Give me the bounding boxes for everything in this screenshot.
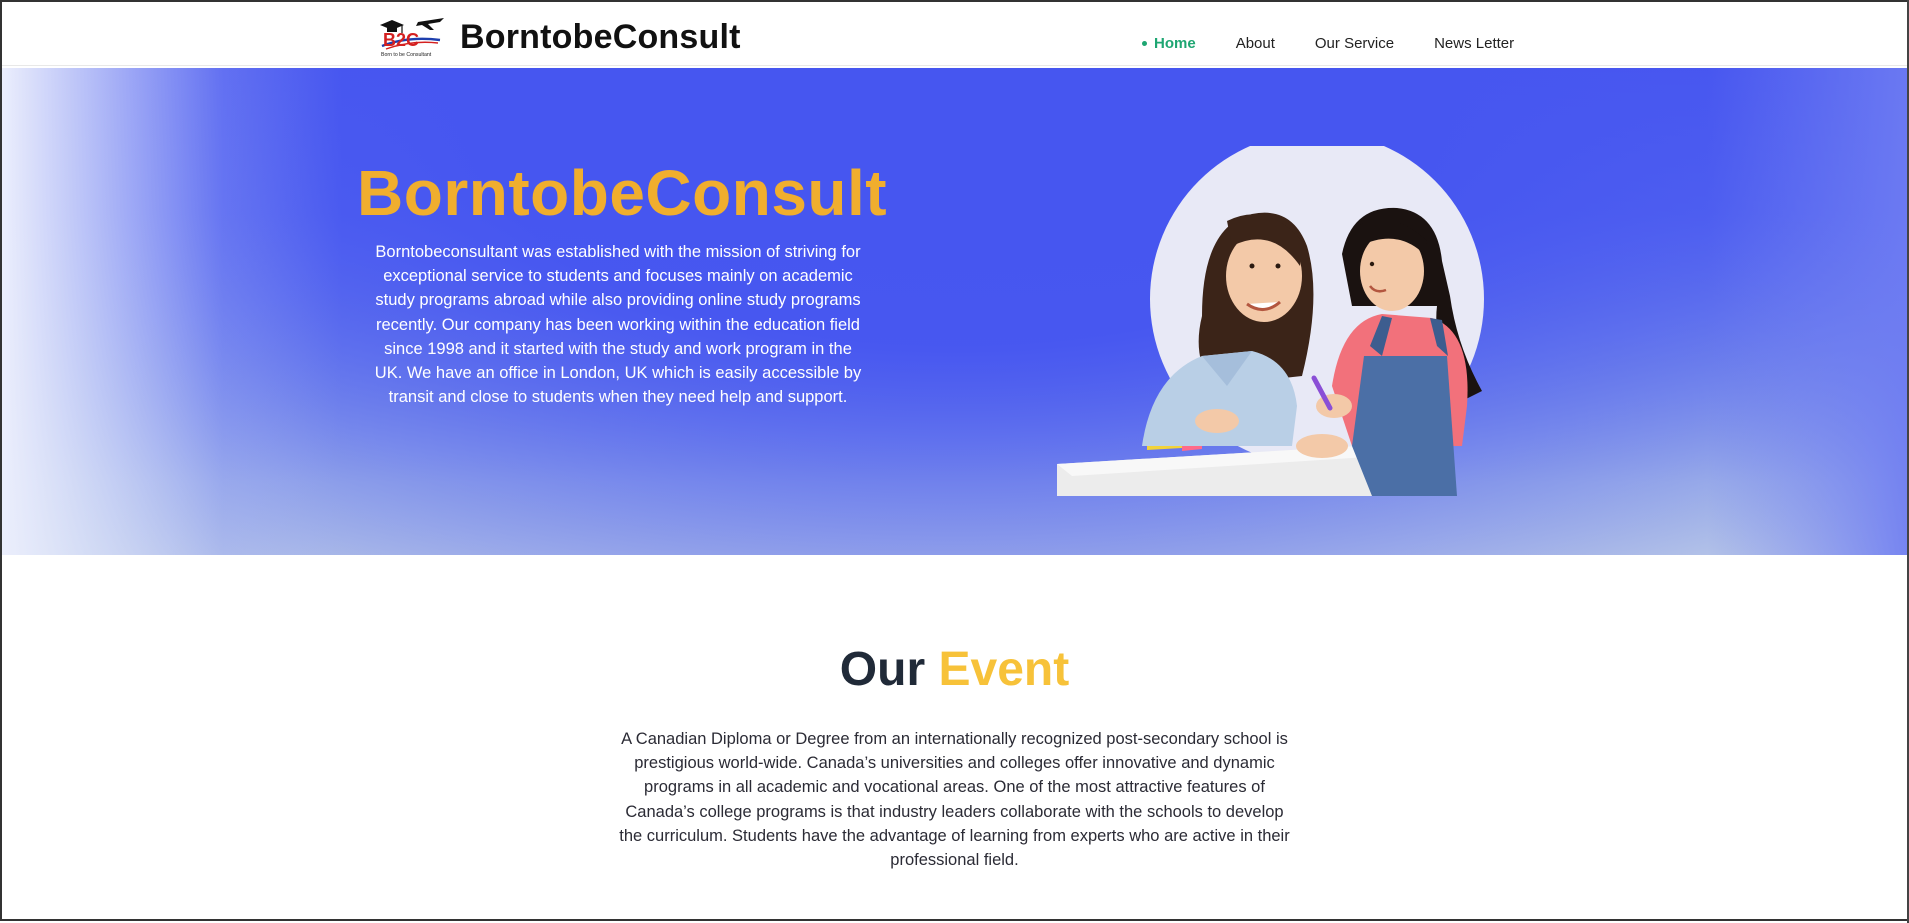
nav-item-about[interactable]: About (1236, 35, 1275, 52)
logo-text: B2C (383, 30, 419, 50)
nav-label: News Letter (1434, 35, 1515, 52)
brand-logo-icon[interactable]: B2C Born to be Consultant (378, 16, 448, 58)
event-title-part1: Our (839, 643, 926, 696)
nav-item-home[interactable]: Home (1142, 35, 1196, 52)
nav-label: About (1235, 35, 1275, 52)
nav-label: Home (1154, 35, 1196, 52)
nav-item-our-service[interactable]: Our Service (1315, 35, 1394, 52)
site-header: B2C Born to be Consultant BorntobeConsul… (2, 2, 1907, 66)
bottom-accent-mark (292, 920, 336, 921)
hero-description: Borntobeconsultant was established with … (374, 243, 862, 407)
brand-name[interactable]: BorntobeConsult (460, 18, 741, 57)
nav-label: Our Service (1314, 35, 1395, 52)
event-title-accent: Event (938, 643, 1070, 696)
main-nav: Home About Our Service News Letter (1142, 35, 1554, 52)
logo-tagline: Born to be Consultant (381, 52, 432, 58)
hero-right-fade (1707, 68, 1907, 555)
hero-title: BorntobeConsult (357, 157, 888, 229)
event-description: A Canadian Diploma or Degree from an int… (619, 730, 1290, 870)
hero-left-fade (2, 68, 342, 555)
page: B2C Born to be Consultant BorntobeConsul… (0, 0, 1907, 921)
active-dot-icon (1142, 41, 1147, 46)
nav-item-news-letter[interactable]: News Letter (1434, 35, 1514, 52)
hero-section: BorntobeConsult Borntobeconsultant was e… (2, 68, 1907, 555)
hero-image-teacher-and-student (1057, 146, 1484, 496)
event-section-title: Our Event (2, 642, 1907, 697)
